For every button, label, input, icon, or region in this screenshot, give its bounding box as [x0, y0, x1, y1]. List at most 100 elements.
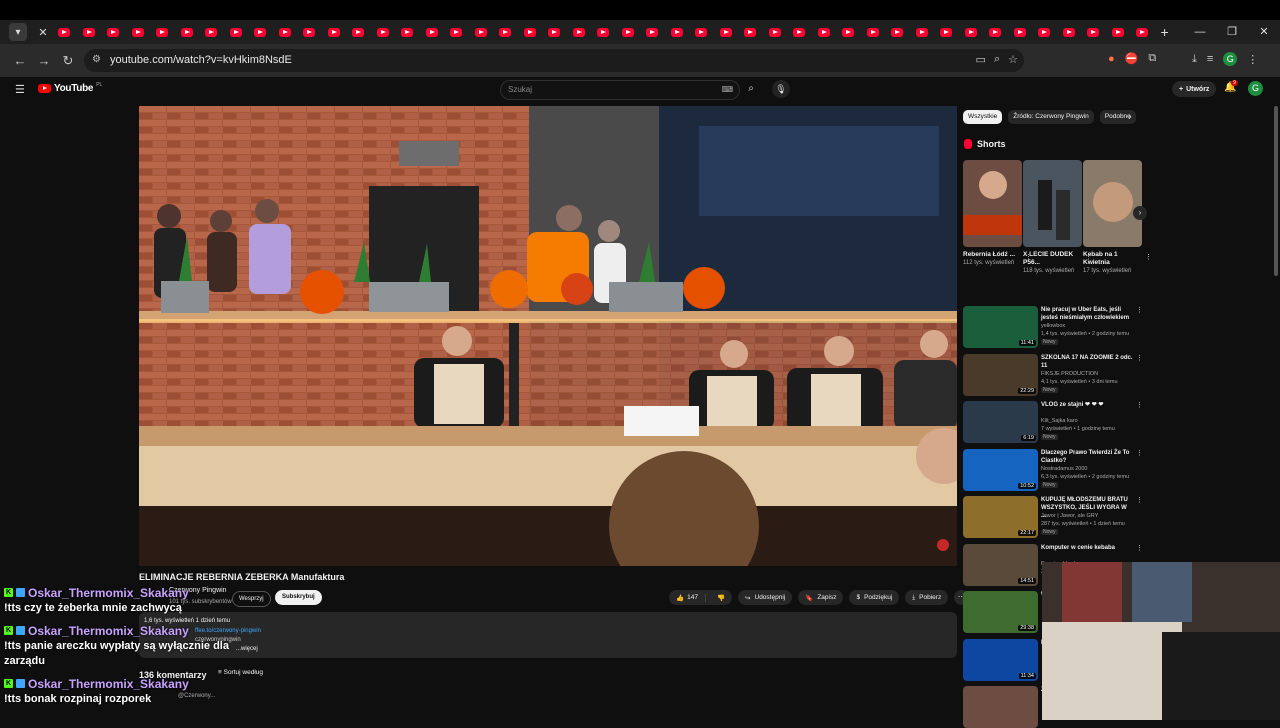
maximize-button[interactable]: ❐: [1216, 20, 1248, 44]
browser-tab[interactable]: [1130, 20, 1155, 44]
browser-tab[interactable]: [126, 20, 151, 44]
video-player[interactable]: [139, 106, 957, 566]
browser-tab[interactable]: [297, 20, 322, 44]
close-window-button[interactable]: ✕: [1248, 20, 1280, 44]
search-input[interactable]: Szukaj ⌨: [500, 80, 740, 100]
share-button[interactable]: ↪ Udostępnij: [738, 590, 793, 605]
video-channel[interactable]: yellowbox: [1041, 323, 1065, 329]
forward-button[interactable]: →: [32, 53, 56, 68]
short-thumbnail[interactable]: [963, 160, 1022, 247]
search-button[interactable]: ⌕: [738, 80, 764, 98]
browser-tab[interactable]: [175, 20, 200, 44]
browser-tab[interactable]: [567, 20, 592, 44]
browser-tab[interactable]: [1057, 20, 1082, 44]
video-thumbnail[interactable]: 22:17: [963, 496, 1038, 538]
video-menu-icon[interactable]: ⋮: [1136, 449, 1143, 457]
browser-tab[interactable]: [469, 20, 494, 44]
thanks-button[interactable]: $ Podziękuj: [849, 590, 900, 605]
save-button[interactable]: 🔖 Zapisz: [798, 590, 844, 605]
short-card[interactable]: X LECIE DUDEK P56... 118 tys. wyświetleń…: [1023, 160, 1092, 275]
shorts-next-icon[interactable]: ›: [1133, 206, 1147, 220]
description-box[interactable]: 1,6 tys. wyświetleń 1 dzień temu ffee.to…: [139, 612, 957, 658]
page-scrollbar[interactable]: [1274, 106, 1278, 276]
bookmark-star-icon[interactable]: ☆: [1008, 53, 1018, 66]
browser-tab[interactable]: [1106, 20, 1131, 44]
browser-tab[interactable]: [52, 20, 77, 44]
video-menu-icon[interactable]: ⋮: [1136, 354, 1143, 362]
short-thumbnail[interactable]: [1083, 160, 1142, 247]
subscribe-button[interactable]: Subskrybuj: [275, 590, 322, 605]
browser-tab[interactable]: [861, 20, 886, 44]
browser-tab[interactable]: [542, 20, 567, 44]
chip-all[interactable]: Wszystkie: [963, 110, 1003, 124]
browser-menu-icon[interactable]: ⋮: [1247, 53, 1258, 66]
browser-tab[interactable]: [738, 20, 763, 44]
browser-tab[interactable]: [714, 20, 739, 44]
download-button[interactable]: ⤓ Pobierz: [905, 590, 949, 605]
browser-tab[interactable]: [689, 20, 714, 44]
hamburger-menu-icon[interactable]: ☰: [15, 83, 25, 96]
browser-tab[interactable]: [910, 20, 935, 44]
video-title[interactable]: Nie pracuj w Uber Eats, jeśli jesteś nie…: [1041, 306, 1133, 322]
browser-tab[interactable]: [885, 20, 910, 44]
recommended-video[interactable]: 22:29 SZKOLNA 17 NA ZOOMIE 2 odc. 11 FIKSJ…: [963, 353, 1153, 396]
browser-tab[interactable]: [763, 20, 788, 44]
browser-tab[interactable]: [836, 20, 861, 44]
reload-button[interactable]: ↻: [56, 53, 80, 69]
chevron-right-icon[interactable]: ›: [1128, 111, 1132, 123]
account-avatar[interactable]: G: [1248, 81, 1263, 96]
browser-tab[interactable]: [77, 20, 102, 44]
video-title[interactable]: SZKOLNA 17 NA ZOOMIE 2 odc. 11: [1041, 354, 1133, 370]
microphone-icon[interactable]: 🎙: [772, 80, 790, 98]
zoom-icon[interactable]: ⌕: [994, 53, 1000, 66]
minimize-button[interactable]: —: [1184, 20, 1216, 44]
browser-tab[interactable]: [444, 20, 469, 44]
recommended-video[interactable]: 11:41 Nie pracuj w Uber Eats, jeśli jeste…: [963, 306, 1153, 348]
youtube-logo[interactable]: YouTube PL: [38, 82, 102, 94]
short-title[interactable]: Kebab na 1 Kwietnia: [1083, 251, 1142, 267]
video-menu-icon[interactable]: ⋮: [1136, 496, 1143, 504]
recommended-video[interactable]: 10:52 Dlaczego Prawo Twierdzi Że To Ciast…: [963, 448, 1153, 491]
browser-tab[interactable]: [224, 20, 249, 44]
video-thumbnail[interactable]: 6:19: [963, 401, 1038, 443]
video-title[interactable]: VLOG ze stajni ❤ ❤ ❤: [1041, 401, 1133, 409]
recommended-video[interactable]: 22:17 KUPUJĘ MŁODSZEMU BRATU WSZYSTKO, JE…: [963, 496, 1153, 538]
video-menu-icon[interactable]: ⋮: [1136, 306, 1143, 314]
profile-avatar[interactable]: G: [1223, 52, 1238, 66]
keyboard-icon[interactable]: ⌨: [721, 85, 733, 94]
site-info-icon[interactable]: ⚙: [92, 54, 101, 65]
video-channel[interactable]: Jawor | Jawor, ale GRY: [1041, 513, 1098, 519]
short-title[interactable]: X LECIE DUDEK P56...: [1023, 251, 1082, 267]
video-thumbnail[interactable]: [963, 686, 1038, 728]
reading-list-icon[interactable]: ≡: [1207, 53, 1213, 65]
video-channel[interactable]: Klit_Sajka karo: [1041, 418, 1078, 424]
browser-tab[interactable]: [493, 20, 518, 44]
browser-tab[interactable]: [934, 20, 959, 44]
browser-tab[interactable]: [273, 20, 298, 44]
dislike-button[interactable]: 👎: [710, 594, 732, 602]
browser-tab[interactable]: [616, 20, 641, 44]
browser-tab[interactable]: [1081, 20, 1106, 44]
back-button[interactable]: ←: [8, 53, 32, 68]
short-menu-icon[interactable]: ⋮: [1145, 253, 1152, 261]
browser-tab[interactable]: [248, 20, 273, 44]
download-icon[interactable]: ⤓: [1192, 53, 1197, 66]
browser-tab[interactable]: [199, 20, 224, 44]
new-tab-icon[interactable]: +: [1161, 24, 1169, 40]
active-tab-close-icon[interactable]: ✕: [34, 26, 52, 39]
browser-tab[interactable]: [812, 20, 837, 44]
tab-search-button[interactable]: ▾: [9, 23, 27, 41]
adblock-icon[interactable]: ⛔: [1125, 52, 1139, 65]
video-title[interactable]: Dlaczego Prawo Twierdzi Że To Ciastko?: [1041, 449, 1133, 465]
cast-icon[interactable]: ▭: [976, 53, 986, 66]
browser-tab[interactable]: [101, 20, 126, 44]
omnibox[interactable]: ⚙ youtube.com/watch?v=kvHkim8NsdE ▭ ⌕ ☆: [84, 49, 1024, 72]
chip-source[interactable]: Źródło: Czerwony Pingwin: [1008, 110, 1094, 124]
video-channel[interactable]: FIKSJE PRODUCTION: [1041, 371, 1098, 377]
browser-tab[interactable]: [591, 20, 616, 44]
short-title[interactable]: Rebernia Łódź ...: [963, 251, 1022, 259]
browser-tab[interactable]: [395, 20, 420, 44]
video-thumbnail[interactable]: 11:34: [963, 638, 1038, 681]
browser-tab[interactable]: [322, 20, 347, 44]
browser-tab[interactable]: [1008, 20, 1033, 44]
